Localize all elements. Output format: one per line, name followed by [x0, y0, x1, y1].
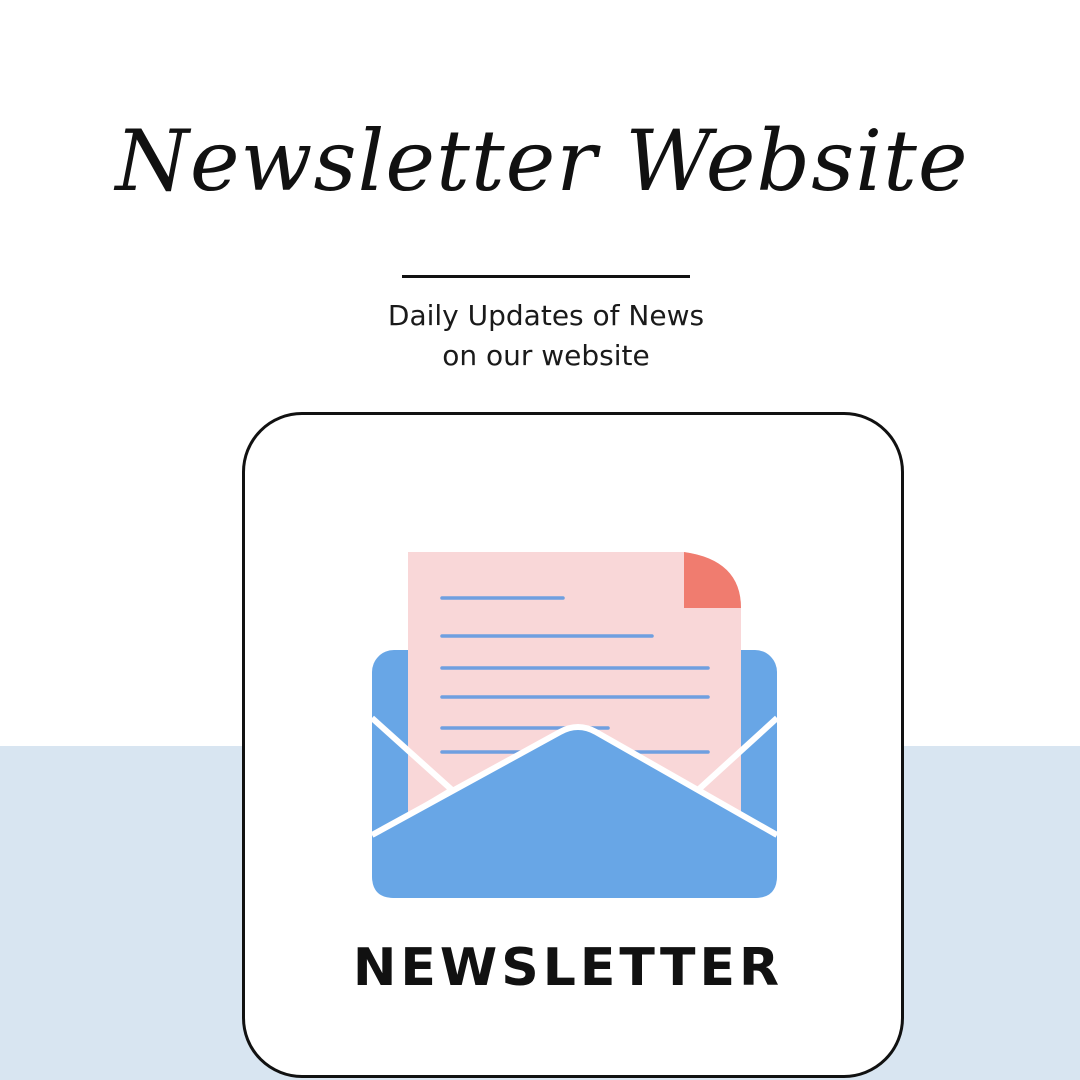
- newsletter-label: NEWSLETTER: [352, 938, 784, 998]
- letter-corner: [684, 552, 741, 608]
- open-envelope-with-letter-icon: [369, 552, 780, 898]
